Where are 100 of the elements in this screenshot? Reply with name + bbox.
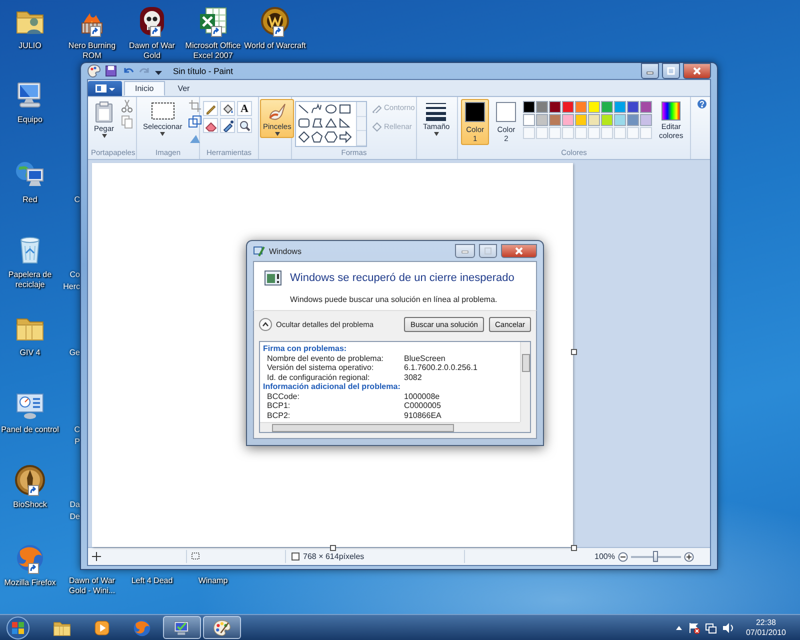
help-icon[interactable] bbox=[697, 99, 707, 109]
icon-label[interactable]: Papelera de reciclaje bbox=[0, 270, 62, 290]
icon-label[interactable]: Winamp bbox=[198, 576, 228, 586]
icon-label[interactable]: C bbox=[60, 425, 80, 435]
application-menu-button[interactable] bbox=[88, 81, 122, 96]
zoom-out-button[interactable] bbox=[618, 552, 628, 562]
clock[interactable]: 22:38 07/01/2010 bbox=[746, 618, 786, 638]
icon-label[interactable]: Equipo bbox=[18, 115, 42, 125]
icon-label[interactable]: Co bbox=[60, 270, 80, 280]
dialog-message: Windows puede buscar una solución en línea al problema. bbox=[290, 295, 498, 304]
minimize-button[interactable] bbox=[641, 63, 659, 79]
scissors-icon[interactable] bbox=[120, 99, 134, 113]
palette-swatch[interactable] bbox=[601, 114, 614, 126]
show-hidden-icons-icon[interactable] bbox=[674, 624, 683, 632]
minimize-button[interactable] bbox=[455, 244, 475, 258]
palette-swatch[interactable] bbox=[536, 101, 548, 113]
icon-label[interactable]: World of Warcraft bbox=[244, 41, 306, 51]
horizontal-scrollbar[interactable] bbox=[260, 422, 520, 432]
zoom-in-button[interactable] bbox=[684, 552, 694, 562]
vertical-scrollbar[interactable] bbox=[520, 342, 530, 422]
palette-swatch[interactable] bbox=[549, 114, 562, 126]
icon-label[interactable]: De bbox=[60, 512, 80, 522]
icon-label[interactable]: Herc bbox=[60, 282, 80, 292]
resize-handle[interactable] bbox=[330, 545, 336, 551]
palette-swatch[interactable] bbox=[640, 114, 652, 126]
section-heading: Firma con problemas: bbox=[263, 344, 348, 354]
icon-label[interactable]: Ge bbox=[60, 348, 80, 358]
zoom-slider-thumb[interactable] bbox=[653, 550, 658, 562]
palette-swatch[interactable] bbox=[523, 101, 536, 113]
move-cursor-icon bbox=[92, 552, 101, 561]
palette-swatch[interactable] bbox=[575, 101, 588, 113]
ribbon-tab[interactable]: Inicio bbox=[124, 81, 165, 96]
magnifier-icon bbox=[238, 120, 250, 132]
eraser-icon bbox=[204, 120, 216, 132]
ribbon-tab[interactable]: Ver bbox=[166, 81, 201, 96]
icon-label[interactable]: Da bbox=[60, 500, 80, 510]
palette-icon[interactable] bbox=[212, 618, 232, 638]
palette-swatch[interactable] bbox=[562, 114, 574, 126]
taskbar-button[interactable] bbox=[163, 616, 201, 639]
speaker-icon[interactable] bbox=[722, 622, 734, 634]
clipboard-icon bbox=[95, 101, 113, 123]
window-title: Sin título - Paint bbox=[173, 66, 234, 76]
close-button[interactable] bbox=[501, 244, 537, 258]
icon-label[interactable]: C bbox=[60, 195, 80, 205]
palette-swatch[interactable] bbox=[627, 101, 640, 113]
color-picker-tool-button[interactable] bbox=[220, 118, 235, 133]
caret-icon bbox=[109, 86, 115, 92]
icon-label[interactable]: P bbox=[60, 437, 80, 447]
icon-label[interactable]: Mozilla Firefox bbox=[4, 578, 56, 588]
window-icon bbox=[95, 84, 107, 93]
icon-label[interactable]: Red bbox=[22, 195, 38, 205]
palette-swatch[interactable] bbox=[627, 114, 640, 126]
selection-rectangle-icon bbox=[150, 101, 176, 121]
scrollbar-thumb[interactable] bbox=[522, 354, 530, 372]
save-icon[interactable] bbox=[104, 64, 118, 78]
crop-icon[interactable] bbox=[188, 99, 202, 113]
detail-name: BCCode: bbox=[267, 392, 300, 401]
window-app-icon bbox=[253, 245, 265, 257]
icon-label[interactable]: Microsoft Office Excel 2007 bbox=[181, 41, 245, 61]
resize-handle[interactable] bbox=[571, 349, 577, 355]
text-tool-button[interactable]: A bbox=[237, 101, 252, 116]
icon-label[interactable]: Left 4 Dead bbox=[131, 576, 173, 586]
palette-swatch[interactable] bbox=[536, 114, 548, 126]
fill-tool-button[interactable] bbox=[220, 101, 235, 116]
magnifier-tool-button[interactable] bbox=[237, 118, 252, 133]
caret-icon bbox=[102, 134, 106, 138]
palette-swatch[interactable] bbox=[601, 101, 614, 113]
maximize-button[interactable] bbox=[479, 244, 497, 258]
palette-swatch[interactable] bbox=[562, 101, 574, 113]
resize-handle[interactable] bbox=[571, 545, 577, 551]
network-icon[interactable] bbox=[704, 622, 717, 634]
palette-swatch[interactable] bbox=[575, 114, 588, 126]
palette-icon[interactable] bbox=[87, 64, 101, 78]
pen-icon bbox=[372, 102, 382, 112]
palette-swatch[interactable] bbox=[614, 101, 626, 113]
pencil-tool-button[interactable] bbox=[203, 101, 218, 116]
palette-swatch[interactable] bbox=[614, 114, 626, 126]
palette-swatch[interactable] bbox=[523, 114, 536, 126]
palette-swatch[interactable] bbox=[588, 101, 600, 113]
detail-value: BlueScreen bbox=[404, 354, 446, 363]
start-button[interactable] bbox=[5, 616, 31, 640]
detail-name: BCP2: bbox=[267, 410, 292, 420]
close-icon bbox=[693, 67, 701, 75]
icon-label[interactable]: Dawn of War Gold - Wini... bbox=[60, 576, 124, 596]
palette-swatch[interactable] bbox=[640, 101, 652, 113]
maximize-button[interactable] bbox=[662, 63, 680, 79]
scrollbar-thumb[interactable] bbox=[272, 424, 454, 432]
icon-label[interactable]: GIV 4 bbox=[20, 348, 40, 358]
eraser-tool-button[interactable] bbox=[203, 118, 218, 133]
palette-swatch[interactable] bbox=[549, 101, 562, 113]
browser-globe-icon[interactable] bbox=[132, 618, 152, 638]
taskbar-button[interactable] bbox=[203, 616, 241, 639]
icon-label[interactable]: BioShock bbox=[13, 500, 47, 510]
palette-swatch[interactable] bbox=[588, 114, 600, 126]
close-button[interactable] bbox=[683, 63, 711, 79]
icon-label[interactable]: Panel de control bbox=[1, 425, 59, 435]
resize-icon[interactable] bbox=[188, 115, 202, 129]
flag-icon[interactable] bbox=[688, 622, 700, 634]
maximize-icon bbox=[484, 247, 492, 255]
icon-label[interactable]: JULIO bbox=[18, 41, 42, 51]
